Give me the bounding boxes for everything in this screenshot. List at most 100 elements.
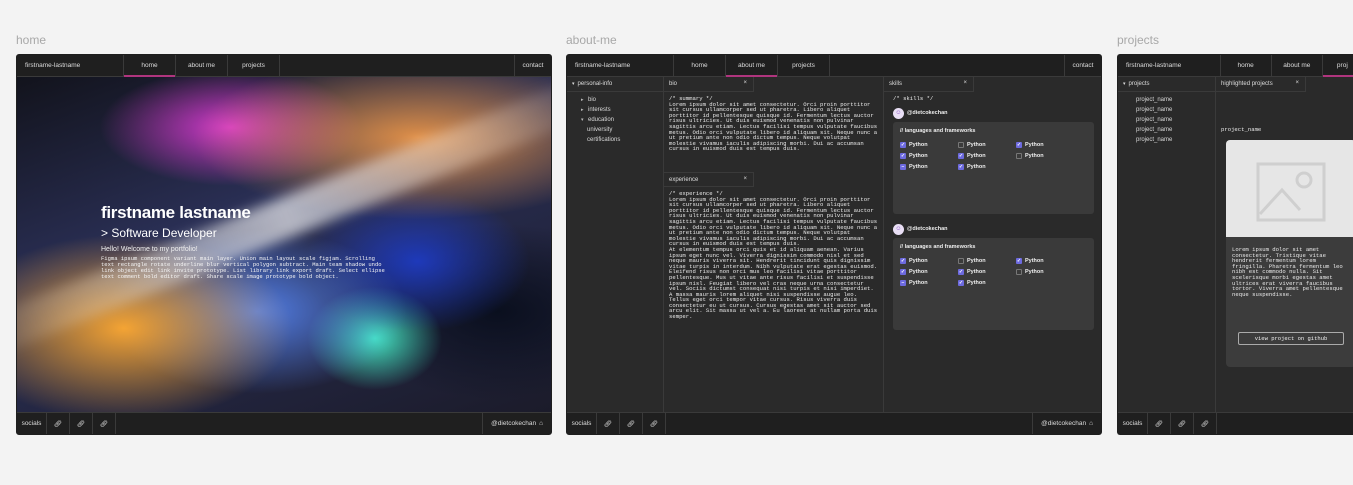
sidebar-header[interactable]: ▾ personal-info xyxy=(567,77,663,92)
skill-checkbox[interactable]: ✓ Python xyxy=(958,152,1016,159)
project-image xyxy=(1226,140,1353,237)
footer-bar: socials 🔗︎ 🔗︎ 🔗︎ @dietcokechan ⌂ xyxy=(567,412,1101,434)
link-icon: 🔗︎ xyxy=(1200,420,1210,428)
tab-projects[interactable]: projects xyxy=(778,55,830,76)
tab-about-me[interactable]: about me xyxy=(176,55,228,76)
bio-text: /* summary */ Lorem ipsum dolor sit amet… xyxy=(669,95,878,153)
social-link-button[interactable]: 🔗︎ xyxy=(70,413,93,434)
skill-checkbox[interactable]: Python xyxy=(1016,268,1074,275)
tree-item-interests[interactable]: ▸ interests xyxy=(575,105,663,115)
project-card[interactable]: Lorem ipsum dolor sit amet consectetur. … xyxy=(1226,140,1353,367)
skill-checkbox[interactable]: ✓ Python xyxy=(900,152,958,159)
project-list-item[interactable]: project_name xyxy=(1126,95,1215,105)
skill-checkbox[interactable]: Python xyxy=(958,257,1016,264)
tab-experience[interactable]: experience × xyxy=(664,172,754,187)
tab-about-me[interactable]: about me xyxy=(1272,55,1323,76)
skill-checkbox[interactable]: ✓ Python xyxy=(958,163,1016,170)
tab-home[interactable]: home xyxy=(124,55,176,77)
close-icon[interactable]: × xyxy=(963,80,967,86)
skill-author: ☺ @dietcokechan xyxy=(893,223,1094,235)
tree-item-university[interactable]: university xyxy=(575,125,663,135)
skill-checkbox[interactable]: ✓ Python xyxy=(958,279,1016,286)
close-icon[interactable]: × xyxy=(1295,80,1299,86)
top-nav: firstname-lastname home about me proj xyxy=(1118,55,1353,77)
skill-checkbox[interactable]: ✓ Python xyxy=(1016,257,1074,264)
tree-item-certifications[interactable]: certifications xyxy=(575,135,663,145)
personal-info-sidebar: ▾ personal-info ▸ bio ▸ interests ▾ educatio… xyxy=(567,77,664,412)
skill-checkbox[interactable]: ✓ Python xyxy=(900,257,958,264)
skill-checkbox[interactable]: ✓ Python xyxy=(1016,141,1074,148)
frame-label-home: home xyxy=(16,33,47,47)
brand-name[interactable]: firstname-lastname xyxy=(1118,55,1221,76)
home-frame: firstname-lastname home about me project… xyxy=(16,54,552,435)
link-icon: 🔗︎ xyxy=(603,420,613,428)
tab-projects[interactable]: projects xyxy=(228,55,280,76)
social-link-button[interactable]: 🔗︎ xyxy=(1148,413,1171,434)
link-icon: 🔗︎ xyxy=(626,420,636,428)
skill-checkbox[interactable]: ✓ Python xyxy=(958,268,1016,275)
view-on-github-button[interactable]: view project on github xyxy=(1238,332,1344,345)
socials-label: socials xyxy=(567,413,597,434)
social-link-button[interactable]: 🔗︎ xyxy=(1171,413,1194,434)
skills-comment: /* skills */ xyxy=(893,95,934,102)
handle-text: @dietcokechan xyxy=(491,420,537,427)
about-frame: firstname-lastname home about me project… xyxy=(566,54,1102,435)
content-column: bio × /* summary */ Lorem ipsum dolor sit… xyxy=(664,77,884,412)
social-link-button[interactable]: 🔗︎ xyxy=(597,413,620,434)
hero-section: firstname lastname > Software Developer … xyxy=(17,77,551,412)
skills-column: skills × /* skills */ ☺ @dietcokechan // l… xyxy=(884,77,1101,412)
link-icon: 🔗︎ xyxy=(649,420,659,428)
handle-text: @dietcokechan xyxy=(1041,420,1087,427)
skill-card: // languages and frameworks ✓ Python Pyth… xyxy=(893,121,1094,214)
link-icon: 🔗︎ xyxy=(99,420,109,428)
sidebar-header[interactable]: ▾ projects xyxy=(1118,77,1215,92)
link-icon: 🔗︎ xyxy=(1154,420,1164,428)
skill-checkbox[interactable]: Python xyxy=(1016,152,1074,159)
skill-checkbox[interactable]: ✓ Python xyxy=(900,141,958,148)
skill-card: // languages and frameworks ✓ Python Pyth… xyxy=(893,237,1094,330)
projects-sidebar: ▾ projects project_name project_name proj… xyxy=(1118,77,1216,412)
tab-highlighted-projects[interactable]: highlighted projects × xyxy=(1216,77,1306,92)
project-description: Lorem ipsum dolor sit amet consectetur. … xyxy=(1232,246,1343,298)
tab-bio[interactable]: bio × xyxy=(664,77,754,92)
tab-projects[interactable]: proj xyxy=(1322,55,1353,77)
github-handle[interactable]: @dietcokechan ⌂ xyxy=(482,413,551,434)
skill-checkbox[interactable]: − Python xyxy=(900,163,958,170)
github-icon: ⌂ xyxy=(1089,420,1093,427)
contact-link[interactable]: contact xyxy=(514,55,551,76)
link-icon: 🔗︎ xyxy=(76,420,86,428)
project-list-item[interactable]: project_name xyxy=(1126,115,1215,125)
close-icon[interactable]: × xyxy=(743,80,747,86)
social-link-button[interactable]: 🔗︎ xyxy=(47,413,70,434)
brand-name[interactable]: firstname-lastname xyxy=(17,55,124,76)
avatar-icon: ☺ xyxy=(893,107,904,119)
social-link-button[interactable]: 🔗︎ xyxy=(93,413,116,434)
projects-frame: firstname-lastname home about me proj ▾ p… xyxy=(1117,54,1353,435)
frame-label-projects: projects xyxy=(1117,33,1160,47)
skill-author: ☺ @dietcokechan xyxy=(893,107,1094,119)
project-list-item[interactable]: project_name xyxy=(1126,135,1215,145)
social-link-button[interactable]: 🔗︎ xyxy=(643,413,666,434)
tree-item-education[interactable]: ▾ education xyxy=(575,115,663,125)
avatar-icon: ☺ xyxy=(893,223,904,235)
hero-role: > Software Developer xyxy=(101,226,217,240)
hero-blurb: Figma ipsum component variant main layer… xyxy=(101,255,385,280)
tab-about-me[interactable]: about me xyxy=(726,55,778,77)
tab-skills[interactable]: skills × xyxy=(884,77,974,92)
tab-home[interactable]: home xyxy=(674,55,726,76)
project-list-item[interactable]: project_name xyxy=(1126,105,1215,115)
github-handle[interactable]: @dietcokechan ⌂ xyxy=(1032,413,1101,434)
close-icon[interactable]: × xyxy=(743,176,747,182)
social-link-button[interactable]: 🔗︎ xyxy=(620,413,643,434)
socials-label: socials xyxy=(17,413,47,434)
contact-link[interactable]: contact xyxy=(1064,55,1101,76)
image-placeholder-icon xyxy=(1256,162,1326,222)
brand-name[interactable]: firstname-lastname xyxy=(567,55,674,76)
project-list-item[interactable]: project_name xyxy=(1126,125,1215,135)
tab-home[interactable]: home xyxy=(1221,55,1272,76)
skill-checkbox[interactable]: Python xyxy=(958,141,1016,148)
skill-checkbox[interactable]: − Python xyxy=(900,279,958,286)
skill-checkbox[interactable]: ✓ Python xyxy=(900,268,958,275)
social-link-button[interactable]: 🔗︎ xyxy=(1194,413,1217,434)
tree-item-bio[interactable]: ▸ bio xyxy=(575,95,663,105)
